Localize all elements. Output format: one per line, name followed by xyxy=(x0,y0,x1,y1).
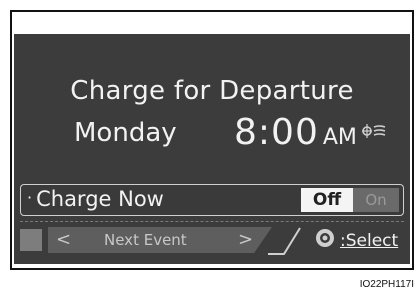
bullet: · xyxy=(27,188,33,207)
next-arrow[interactable]: > xyxy=(238,229,253,250)
display-screen: Charge for Departure Monday 8:00 AM · Cha… xyxy=(14,34,410,264)
next-event-label: Next Event xyxy=(104,231,187,249)
charge-now-label-group: · Charge Now xyxy=(27,187,164,211)
nav-indicator xyxy=(20,229,42,251)
departure-time-group[interactable]: 8:00 AM xyxy=(234,112,387,153)
departure-time: 8:00 xyxy=(234,112,319,153)
next-event-button[interactable]: < Next Event > xyxy=(48,227,272,253)
toggle-on-option[interactable]: On xyxy=(353,188,399,212)
prev-arrow[interactable]: < xyxy=(56,229,71,250)
toggle-off-option[interactable]: Off xyxy=(301,188,353,212)
screen-title: Charge for Departure xyxy=(70,76,354,106)
climate-fan-icon xyxy=(361,122,387,144)
divider xyxy=(20,221,404,222)
figure-code: IO22PH117I xyxy=(359,279,414,290)
departure-day[interactable]: Monday xyxy=(74,118,177,148)
departure-ampm: AM xyxy=(322,125,357,150)
select-hint[interactable]: :Select xyxy=(314,227,398,254)
charge-now-label: Charge Now xyxy=(36,187,164,211)
charge-now-row[interactable]: · Charge Now Off On xyxy=(20,184,404,216)
charge-now-toggle[interactable]: Off On xyxy=(301,188,399,212)
select-label: :Select xyxy=(340,230,399,251)
dial-button-icon xyxy=(314,227,336,254)
separator-slash xyxy=(268,227,301,255)
